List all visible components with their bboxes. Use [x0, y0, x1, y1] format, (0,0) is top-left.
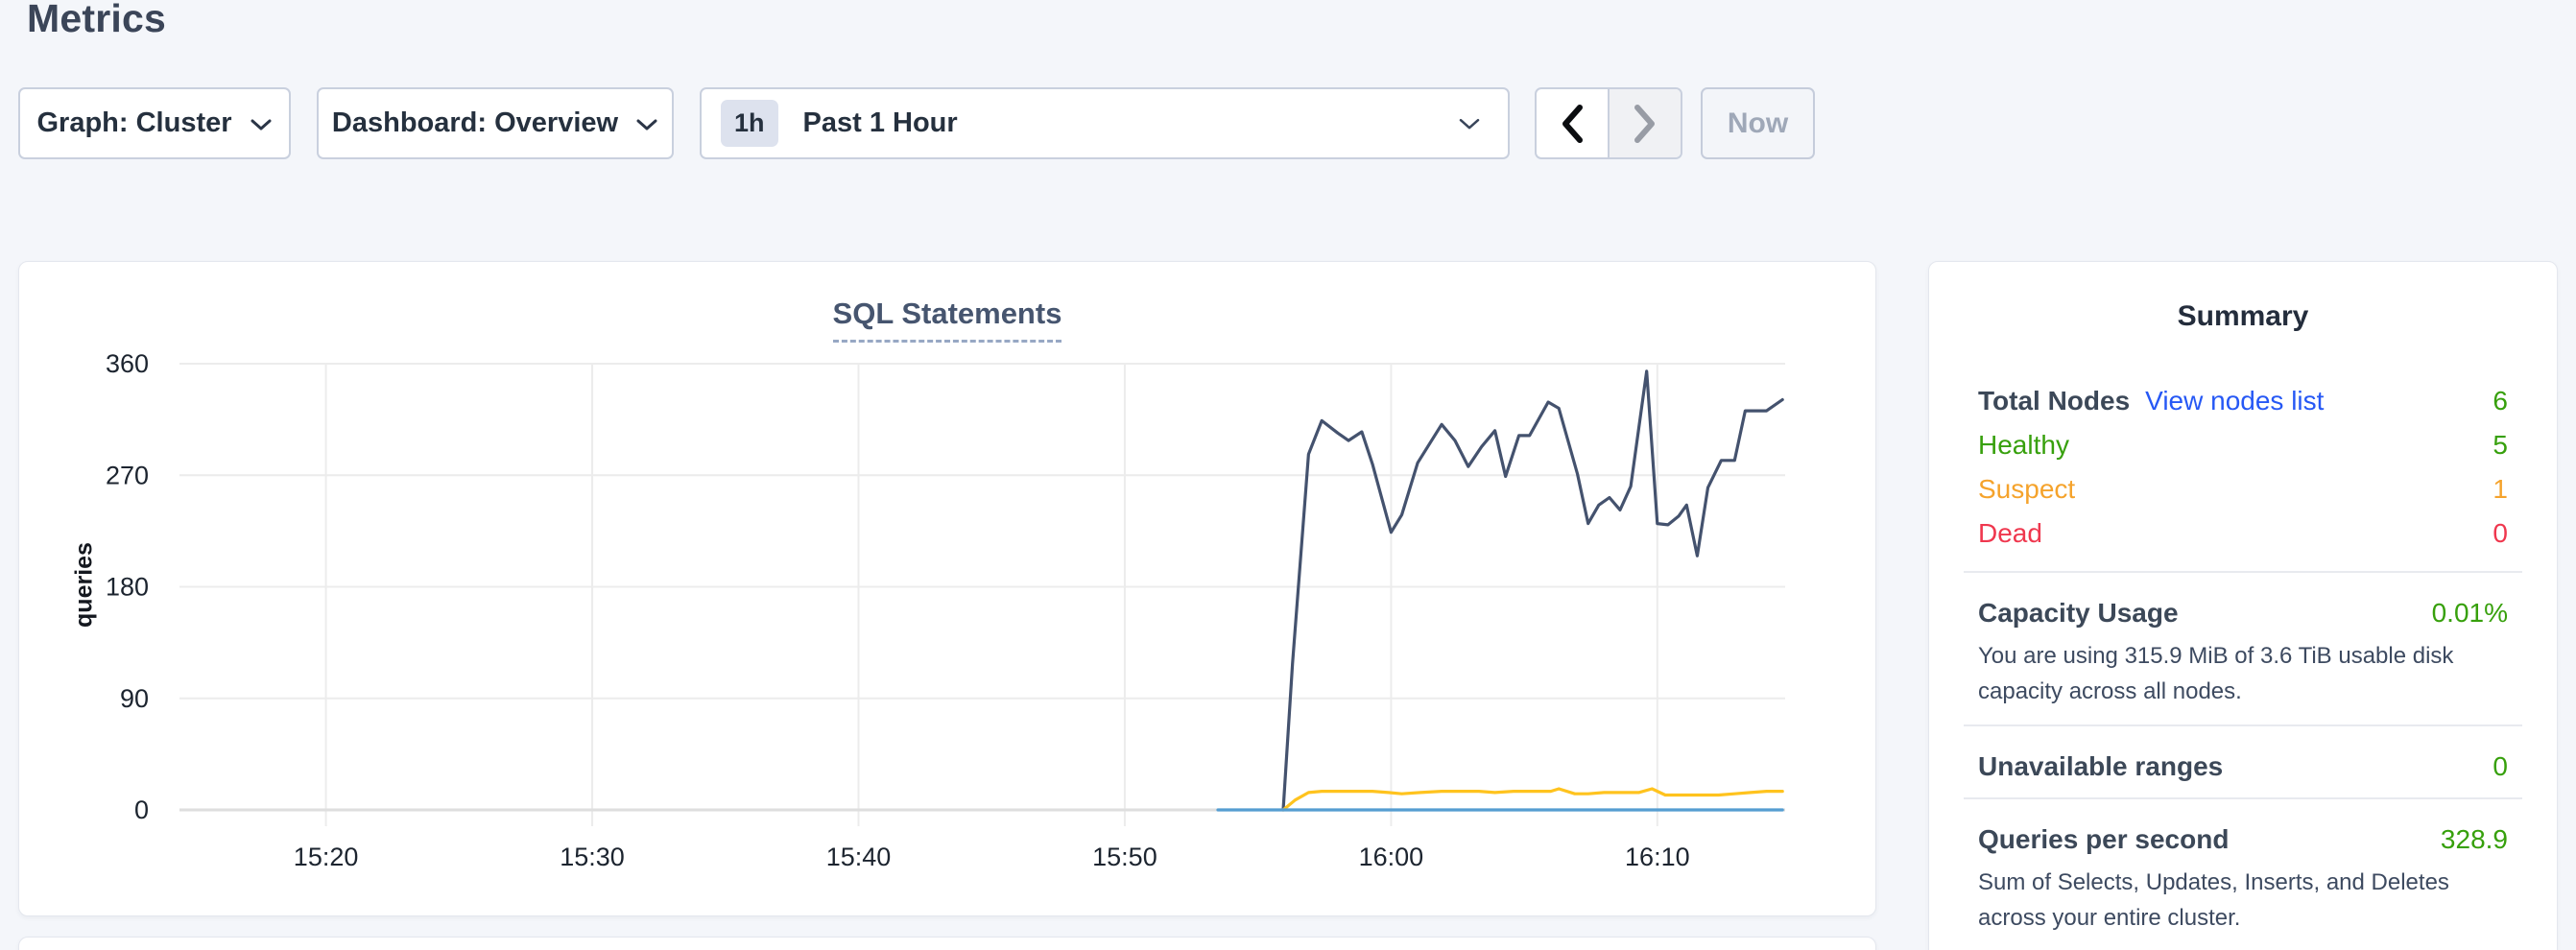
unavailable-ranges-section: Unavailable ranges 0	[1964, 751, 2522, 782]
summary-panel: Summary Total Nodes View nodes list 6 He…	[1928, 261, 2558, 950]
dead-label: Dead	[1978, 518, 2042, 549]
queries-per-second-description: Sum of Selects, Updates, Inserts, and De…	[1978, 865, 2508, 936]
chevron-down-icon	[635, 107, 658, 139]
queries-per-second-label: Queries per second	[1978, 824, 2229, 855]
divider	[1964, 724, 2522, 726]
capacity-usage-value: 0.01%	[2432, 598, 2508, 629]
next-chart-card	[18, 937, 1876, 950]
chevron-down-icon	[1458, 107, 1481, 138]
suspect-label: Suspect	[1978, 474, 2075, 505]
queries-per-second-value: 328.9	[2441, 824, 2508, 855]
svg-text:15:40: 15:40	[826, 843, 892, 871]
sql-statements-chart[interactable]: 15:20 15:30 15:40 15:50 16:00 16:10 0 90 180 270 3…	[19, 262, 1877, 917]
metrics-page: { "page": { "title": "Metrics" }, "contr…	[0, 0, 2576, 950]
chevron-down-icon	[250, 107, 273, 139]
svg-text:0: 0	[134, 796, 149, 824]
previous-time-button[interactable]	[1537, 89, 1608, 157]
dashboard-dropdown-label: Dashboard: Overview	[332, 107, 618, 139]
dead-value: 0	[2493, 518, 2508, 549]
svg-text:360: 360	[106, 349, 149, 378]
time-step-buttons	[1535, 87, 1682, 159]
suspect-nodes-row: Suspect 1	[1978, 467, 2508, 511]
next-time-button[interactable]	[1608, 89, 1681, 157]
svg-text:270: 270	[106, 461, 149, 489]
svg-text:15:30: 15:30	[560, 843, 625, 871]
divider	[1964, 571, 2522, 573]
sql-statements-chart-card: 15:20 15:30 15:40 15:50 16:00 16:10 0 90 180 270 3…	[18, 261, 1876, 916]
divider	[1964, 797, 2522, 799]
unavailable-ranges-value: 0	[2493, 751, 2508, 782]
unavailable-ranges-label: Unavailable ranges	[1978, 751, 2223, 782]
chevron-left-icon	[1560, 104, 1585, 144]
graph-dropdown[interactable]: Graph: Cluster	[18, 87, 291, 159]
graph-dropdown-label: Graph: Cluster	[36, 107, 231, 139]
healthy-value: 5	[2493, 430, 2508, 461]
now-button[interactable]: Now	[1701, 87, 1815, 159]
nodes-summary: Total Nodes View nodes list 6 Healthy 5 …	[1964, 379, 2522, 556]
time-range-label: Past 1 Hour	[803, 107, 958, 139]
view-nodes-list-link[interactable]: View nodes list	[2145, 386, 2324, 416]
capacity-usage-description: You are using 315.9 MiB of 3.6 TiB usabl…	[1978, 638, 2508, 709]
dead-nodes-row: Dead 0	[1978, 511, 2508, 556]
total-nodes-row: Total Nodes View nodes list 6	[1978, 379, 2508, 423]
svg-text:180: 180	[106, 573, 149, 602]
queries-per-second-section: Queries per second 328.9 Sum of Selects,…	[1964, 824, 2522, 936]
svg-text:16:00: 16:00	[1359, 843, 1424, 871]
capacity-usage-section: Capacity Usage 0.01% You are using 315.9…	[1964, 598, 2522, 709]
healthy-nodes-row: Healthy 5	[1978, 423, 2508, 467]
dashboard-dropdown[interactable]: Dashboard: Overview	[317, 87, 674, 159]
svg-text:15:20: 15:20	[294, 843, 359, 871]
time-range-select[interactable]: 1h Past 1 Hour	[700, 87, 1510, 159]
svg-text:16:10: 16:10	[1625, 843, 1690, 871]
capacity-usage-label: Capacity Usage	[1978, 598, 2179, 629]
chevron-right-icon	[1633, 104, 1658, 144]
chart-y-axis-label: queries	[71, 509, 99, 662]
time-range-badge: 1h	[721, 100, 778, 147]
total-nodes-label: Total Nodes	[1978, 386, 2130, 416]
now-button-label: Now	[1728, 107, 1788, 140]
summary-title: Summary	[1964, 300, 2522, 333]
page-title: Metrics	[27, 0, 166, 41]
healthy-label: Healthy	[1978, 430, 2069, 461]
svg-text:90: 90	[120, 684, 149, 713]
svg-text:15:50: 15:50	[1092, 843, 1157, 871]
total-nodes-value: 6	[2493, 386, 2508, 416]
controls-bar: Graph: Cluster Dashboard: Overview 1h Pa…	[18, 87, 1815, 159]
suspect-value: 1	[2493, 474, 2508, 505]
